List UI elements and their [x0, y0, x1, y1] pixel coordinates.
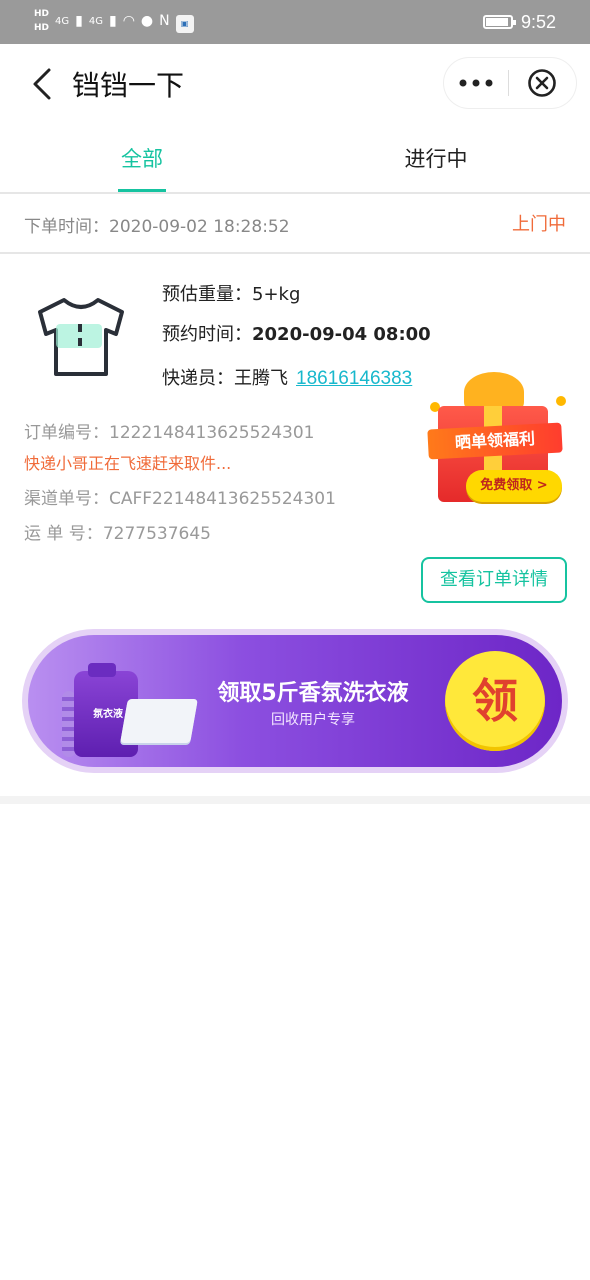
network-label: HD — [34, 9, 50, 19]
promo-banner-inner: 氛衣液 领取5斤香氛洗衣液 回收用户专享 领 — [28, 635, 562, 767]
courier-row: 快递员：王腾飞 18616146383 — [162, 364, 412, 390]
network-type: HD HD — [34, 7, 49, 35]
status-bar: HD HD 4G ▮ 4G ▮ ◠ ● N ▣ 9:52 — [0, 0, 590, 44]
app-header: 铛铛一下 — [0, 44, 590, 124]
channel-number-label: 渠道单号： — [24, 489, 109, 509]
tab-ongoing[interactable]: 进行中 — [376, 124, 496, 192]
status-time: 9:52 — [520, 11, 556, 32]
weight-row: 预估重量：5+kg — [162, 280, 300, 306]
order-time-label: 下单时间： — [24, 217, 109, 237]
section-divider — [0, 796, 590, 804]
order-number-value: 1222148413625524301 — [109, 423, 315, 443]
tab-bar: 全部 进行中 — [0, 124, 590, 194]
order-meta-row: 下单时间：2020-09-02 18:28:52 上门中 — [0, 196, 590, 254]
appointment-label: 预约时间： — [162, 324, 252, 345]
order-number-label: 订单编号： — [24, 423, 109, 443]
tab-indicator — [118, 189, 166, 192]
decor-dot — [556, 396, 566, 406]
back-icon[interactable] — [22, 62, 62, 106]
promo-banner[interactable]: 氛衣液 领取5斤香氛洗衣液 回收用户专享 领 — [22, 629, 568, 773]
appointment-row: 预约时间：2020-09-04 08:00 — [162, 320, 431, 346]
nfc-icon: N — [159, 13, 170, 29]
signal-label: 4G — [88, 15, 103, 27]
network-label: HD — [34, 23, 50, 33]
more-button[interactable] — [444, 58, 508, 108]
tab-all[interactable]: 全部 — [82, 124, 202, 192]
status-badge: 上门中 — [512, 214, 566, 235]
wechat-icon: ● — [140, 13, 154, 29]
close-icon — [528, 69, 556, 97]
order-number-row: 订单编号：1222148413625524301 — [24, 418, 315, 443]
weight-value: 5+kg — [252, 284, 301, 305]
signal-icon: ▮ — [75, 13, 83, 29]
channel-number-value: CAFF22148413625524301 — [109, 489, 336, 509]
more-icon — [459, 79, 493, 87]
page-title: 铛铛一下 — [72, 69, 185, 102]
courier-phone-link[interactable]: 18616146383 — [296, 368, 412, 389]
waybill-label: 运 单 号： — [24, 524, 103, 544]
order-time-value: 2020-09-02 18:28:52 — [109, 217, 290, 237]
claim-badge-button[interactable]: 领 — [445, 651, 545, 751]
order-time: 下单时间：2020-09-02 18:28:52 — [24, 212, 290, 237]
status-right: 9:52 — [482, 0, 556, 44]
appointment-value: 2020-09-04 08:00 — [252, 324, 431, 345]
view-order-detail-button[interactable]: 查看订单详情 — [421, 557, 567, 603]
courier-name: 王腾飞 — [234, 368, 288, 389]
app-icon: ▣ — [175, 14, 194, 33]
weight-label: 预估重量： — [162, 284, 252, 305]
towel-icon — [120, 699, 198, 743]
mini-program-capsule — [444, 58, 576, 108]
signal-icon: ▮ — [108, 13, 117, 29]
promo-subtitle: 回收用户专享 — [271, 712, 355, 728]
waybill-value: 7277537645 — [102, 524, 211, 544]
signal-label: 4G — [55, 15, 70, 27]
gift-widget[interactable]: 晒单领福利 免费领取 > — [427, 366, 572, 512]
waybill-row: 运 单 号：7277537645 — [24, 519, 211, 544]
promo-title: 领取5斤香氛洗衣液 — [217, 681, 409, 706]
battery-icon — [482, 15, 516, 29]
channel-number-row: 渠道单号：CAFF22148413625524301 — [24, 484, 336, 509]
status-left: HD HD 4G ▮ 4G ▮ ◠ ● N ▣ — [34, 6, 194, 36]
bottle-cap-icon — [88, 663, 116, 677]
close-button[interactable] — [509, 58, 575, 108]
free-claim-button[interactable]: 免费领取 > — [466, 470, 562, 502]
courier-label: 快递员： — [162, 368, 234, 389]
shirt-icon — [34, 294, 128, 380]
wifi-icon: ◠ — [122, 13, 135, 29]
courier-hint: 快递小哥正在飞速赶来取件... — [24, 454, 232, 473]
